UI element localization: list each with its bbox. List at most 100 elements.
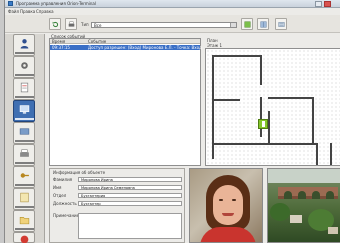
field-lastname-value: Миронова Ирина [81,178,113,182]
info-caption: Информация об объекте [53,170,106,175]
photo-mouth [222,213,234,216]
plan-wall [330,143,332,165]
nav-personnel-button[interactable] [13,34,35,56]
event-time: 09:37:15 [52,45,70,50]
column-header-time[interactable]: Время [52,39,65,44]
folder-icon [19,217,30,225]
nav-monitoring-button[interactable] [13,100,35,122]
nav-caption [15,162,34,164]
key-icon [20,173,29,178]
events-header: Время Событие [50,39,200,44]
field-name-value: Миронова Ирина Семеновна [81,186,135,190]
events-list[interactable]: Время Событие 09:37:15 Доступ разрешен: … [49,38,202,166]
nav-exit-button[interactable] [13,232,35,243]
nav-caption [15,206,34,208]
camera-house [290,215,302,223]
plan-wall [312,97,314,143]
camera-arch [326,191,334,199]
layout-button[interactable] [257,18,269,30]
door-marker-icon[interactable] [258,119,268,129]
camera-arch [312,191,320,199]
app-window: Программа управления Orion-Terminal Файл… [4,0,340,243]
nav-caption [15,52,34,54]
nav-settings-button[interactable] [13,56,35,78]
nav-caption [15,118,34,120]
navigation-panel [5,34,45,243]
refresh-button[interactable] [49,18,61,30]
nav-caption [15,96,34,98]
camera-sky [268,169,340,183]
person-icon [20,39,29,49]
floor-plan[interactable] [205,48,340,166]
nav-caption [15,228,34,230]
field-lastname: Миронова Ирина [78,177,182,182]
field-position: Бухгалтер [78,201,182,206]
type-select-value: Все [94,23,102,28]
plan-grid [206,49,340,165]
field-department: Бухгалтерия [78,193,182,198]
refresh-icon [52,21,59,28]
menu-bar: Файл Правка Справка [5,8,340,15]
plan-wall [316,143,318,165]
camera-tree [270,203,290,221]
field-label-name: Имя [53,185,62,190]
title-bar: Программа управления Orion-Terminal [5,0,340,8]
plan-wall [260,97,262,137]
nav-reports-button[interactable] [13,78,35,100]
camera-view[interactable] [267,168,340,243]
plan-wall [212,55,262,57]
settings-button[interactable] [275,18,287,30]
plan-wall [268,97,314,99]
menu-file[interactable]: Файл [8,9,19,14]
plan-wall [260,55,262,85]
nav-cards-button[interactable] [13,122,35,144]
chevron-down-icon [230,23,236,27]
photo-eye [219,199,223,201]
minimize-button[interactable] [315,1,322,7]
type-label: Тип [81,22,89,27]
exit-icon [20,235,29,243]
employee-photo [189,168,263,243]
nav-notes-button[interactable] [13,188,35,210]
nav-print-button[interactable] [13,144,35,166]
menu-help[interactable]: Справка [36,9,54,14]
close-button[interactable] [324,1,331,7]
card-icon [19,128,30,135]
plan-wall [212,143,318,145]
field-label-position: Должность [53,201,77,206]
plan-wall [212,99,240,101]
nav-caption [15,184,34,186]
window-title: Программа управления Orion-Terminal [16,1,96,6]
plan-wall [268,111,270,143]
monitor-icon [19,105,30,114]
gear-icon [21,62,28,69]
nav-caption [15,74,34,76]
field-label-note: Примечание [53,213,80,218]
field-name: Миронова Ирина Семеновна [78,185,182,190]
event-row[interactable]: 09:37:15 Доступ разрешен: (Вход) Миронов… [50,45,202,50]
column-header-event[interactable]: Событие [88,39,106,44]
field-label-lastname: Фамилия [53,177,73,182]
menu-edit[interactable]: Правка [20,9,35,14]
camera-arch [298,191,306,199]
export-icon [244,21,251,28]
printer-icon [20,149,29,157]
nav-keys-button[interactable] [13,166,35,188]
camera-house [328,227,338,234]
nav-archive-button[interactable] [13,210,35,232]
field-label-department: Отдел [53,193,67,198]
photo-face [213,185,243,225]
print-button[interactable] [65,18,77,30]
photo-eye [232,199,236,201]
nav-caption [15,140,34,142]
photo-shirt [200,227,256,242]
toolbar: Тип Все [5,15,340,33]
note-field[interactable] [78,213,182,239]
camera-arch [284,191,292,199]
layout-icon [260,21,267,28]
type-select[interactable]: Все [91,22,237,28]
settings-icon [278,22,285,27]
field-position-value: Бухгалтер [81,202,101,206]
event-text: Доступ разрешен: (Вход) Миронова Е.Л. - … [88,45,202,50]
export-button[interactable] [241,18,253,30]
